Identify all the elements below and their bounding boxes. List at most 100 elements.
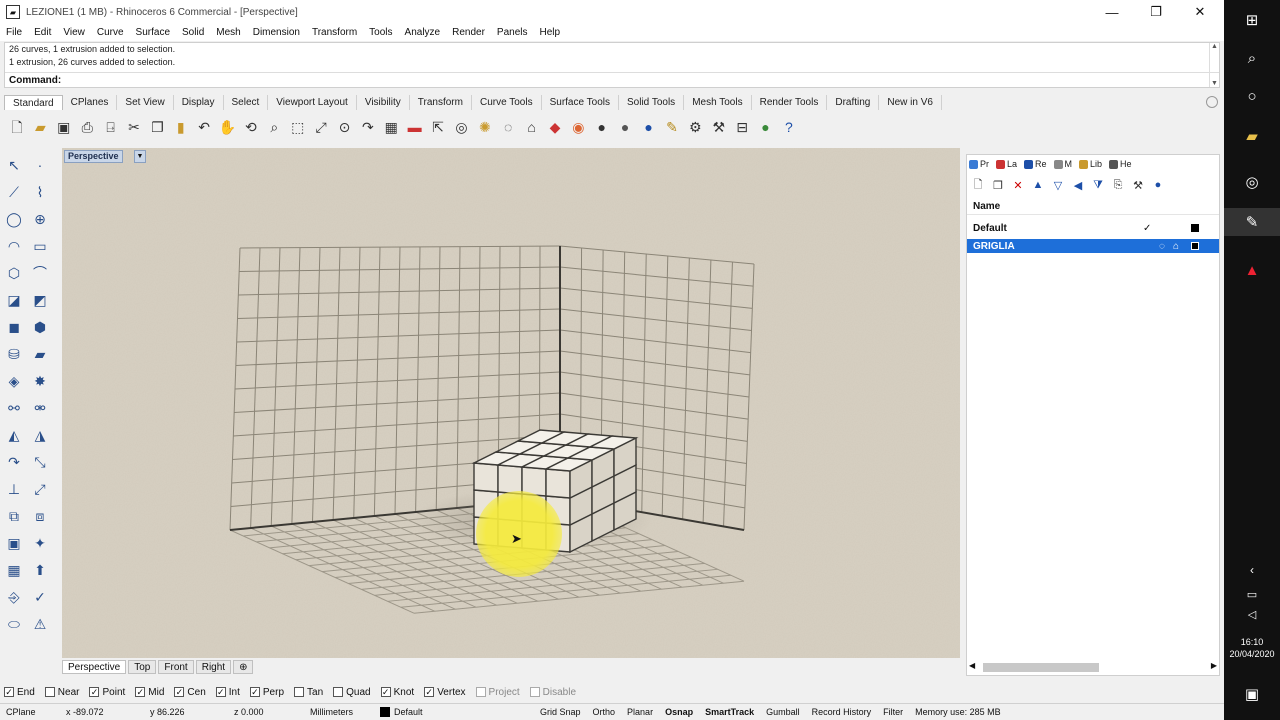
viewport-title[interactable]: Perspective bbox=[64, 150, 123, 163]
menu-surface[interactable]: Surface bbox=[136, 27, 170, 38]
command-scrollbar[interactable]: ▲ ▼ bbox=[1209, 43, 1219, 87]
menu-dimension[interactable]: Dimension bbox=[253, 27, 300, 38]
history-icon[interactable]: ✦ bbox=[30, 533, 50, 553]
perspective-viewport[interactable]: Perspective ▼ ➤ bbox=[62, 148, 960, 658]
box-icon[interactable]: ◼ bbox=[4, 317, 24, 337]
osnap-tan[interactable]: Tan bbox=[294, 687, 323, 698]
rhino-icon[interactable]: ▰ bbox=[6, 5, 20, 19]
acrobat-icon[interactable]: ▲ bbox=[1224, 256, 1280, 284]
arc-icon[interactable]: ◠ bbox=[4, 236, 24, 256]
cortana-icon[interactable]: ○ bbox=[1224, 82, 1280, 110]
tab-cplanes[interactable]: CPlanes bbox=[63, 95, 118, 110]
checkbox[interactable]: ✓ bbox=[174, 687, 185, 697]
viewport-menu-arrow-icon[interactable]: ▼ bbox=[134, 150, 146, 163]
analyze-icon[interactable]: ▣ bbox=[4, 533, 24, 553]
checkbox[interactable]: ✓ bbox=[424, 687, 435, 697]
surface-edge-icon[interactable]: ◩ bbox=[30, 290, 50, 310]
join-icon[interactable]: ⚯ bbox=[4, 398, 24, 418]
menu-transform[interactable]: Transform bbox=[312, 27, 357, 38]
osnap-perp[interactable]: ✓ Perp bbox=[249, 687, 284, 698]
tab-drafting[interactable]: Drafting bbox=[827, 95, 880, 110]
osnap-cen[interactable]: ✓ Cen bbox=[174, 687, 206, 698]
windows-icon[interactable]: ⊞ bbox=[1224, 6, 1280, 34]
taskbar-clock[interactable]: 16:10 20/04/2020 bbox=[1224, 636, 1280, 660]
toggle-smarttrack[interactable]: SmartTrack bbox=[699, 707, 760, 717]
zoom-icon[interactable]: ⌕ bbox=[265, 118, 283, 136]
menu-view[interactable]: View bbox=[63, 27, 85, 38]
close-button[interactable]: ✕ bbox=[1178, 0, 1222, 24]
paste-icon[interactable]: ▮ bbox=[172, 118, 190, 136]
toggle-grid-snap[interactable]: Grid Snap bbox=[534, 707, 587, 717]
lock-icon[interactable]: ⌂ bbox=[1173, 241, 1179, 252]
toggle-gumball[interactable]: Gumball bbox=[760, 707, 806, 717]
chrome-icon[interactable]: ◎ bbox=[1224, 168, 1280, 196]
tab-mesh-tools[interactable]: Mesh Tools bbox=[684, 95, 752, 110]
menu-edit[interactable]: Edit bbox=[34, 27, 51, 38]
tab-surface-tools[interactable]: Surface Tools bbox=[542, 95, 619, 110]
explode-icon[interactable]: ✸ bbox=[30, 371, 50, 391]
point-icon[interactable]: · bbox=[30, 155, 50, 175]
rectangle-icon[interactable]: ▭ bbox=[30, 236, 50, 256]
tab-right[interactable]: Right bbox=[195, 660, 232, 674]
current-layer-check-icon[interactable]: ✓ bbox=[1143, 223, 1151, 234]
layout-icon[interactable]: ⊟ bbox=[733, 118, 751, 136]
tab-help[interactable]: He bbox=[1109, 159, 1132, 169]
tab-select[interactable]: Select bbox=[224, 95, 269, 110]
zoom-extents-icon[interactable]: ⤢ bbox=[312, 118, 330, 136]
lightbulb-icon[interactable]: ◌ bbox=[499, 118, 517, 136]
tab-viewport-layout[interactable]: Viewport Layout bbox=[268, 95, 357, 110]
polyline-icon[interactable]: ⟋ bbox=[4, 182, 24, 202]
measure-icon[interactable]: ⚠ bbox=[30, 614, 50, 634]
move-down-icon[interactable]: ▽ bbox=[1051, 178, 1065, 192]
tab-new-in-v6[interactable]: New in V6 bbox=[879, 95, 942, 110]
scroll-down-icon[interactable]: ▼ bbox=[1211, 80, 1218, 87]
new-sublayer-icon[interactable]: ❐ bbox=[991, 178, 1005, 192]
rotate-view-icon[interactable]: ⟲ bbox=[242, 118, 260, 136]
tools-icon[interactable]: ⚒ bbox=[1131, 178, 1145, 192]
layer-color-swatch[interactable] bbox=[1191, 242, 1199, 250]
checkbox[interactable] bbox=[333, 687, 344, 697]
tab-perspective[interactable]: Perspective bbox=[62, 660, 127, 674]
checkbox[interactable] bbox=[529, 687, 540, 697]
osnap-point[interactable]: ✓ Point bbox=[89, 687, 125, 698]
add-viewport-icon[interactable]: ⊕ bbox=[233, 660, 254, 674]
lock-icon[interactable]: ⌂ bbox=[523, 118, 541, 136]
rotate-icon[interactable]: ⊥ bbox=[4, 479, 24, 499]
menu-file[interactable]: File bbox=[6, 27, 22, 38]
toggle-ortho[interactable]: Ortho bbox=[587, 707, 622, 717]
text-icon[interactable]: ◮ bbox=[30, 425, 50, 445]
save-icon[interactable]: ▣ bbox=[55, 118, 73, 136]
scroll-left-icon[interactable]: ◀ bbox=[969, 661, 975, 670]
checkbox[interactable] bbox=[294, 687, 305, 697]
dimension-icon[interactable]: ◭ bbox=[4, 425, 24, 445]
lightbulb-icon[interactable]: ◌ bbox=[1159, 241, 1165, 252]
gear-icon[interactable] bbox=[1206, 96, 1218, 108]
tab-materials[interactable]: M bbox=[1053, 159, 1072, 169]
cylinder-icon[interactable]: ⛁ bbox=[4, 344, 24, 364]
volume-icon[interactable]: ◁ bbox=[1224, 600, 1280, 628]
zoom-window-icon[interactable]: ⬚ bbox=[289, 118, 307, 136]
osnap-mid[interactable]: ✓ Mid bbox=[135, 687, 164, 698]
zebra-icon[interactable]: ⬭ bbox=[4, 614, 24, 634]
panel-scrollbar[interactable]: ◀ ▶ bbox=[967, 661, 1219, 673]
layer-color-swatch[interactable] bbox=[1191, 224, 1199, 232]
tab-front[interactable]: Front bbox=[158, 660, 194, 674]
checkbox[interactable]: ✓ bbox=[89, 687, 100, 697]
tab-standard[interactable]: Standard bbox=[4, 95, 63, 110]
toggle-record-history[interactable]: Record History bbox=[806, 707, 878, 717]
curve-icon[interactable]: ⌇ bbox=[30, 182, 50, 202]
checkbox[interactable]: ✓ bbox=[215, 687, 226, 697]
scrollbar-thumb[interactable] bbox=[983, 663, 1099, 672]
new-layer-icon[interactable]: 🗋 bbox=[971, 178, 985, 192]
status-units[interactable]: Millimeters bbox=[304, 707, 374, 717]
toggle-osnap[interactable]: Osnap bbox=[659, 707, 699, 717]
boolean-icon[interactable]: ◈ bbox=[4, 371, 24, 391]
visibility-icon[interactable]: ✺ bbox=[476, 118, 494, 136]
checkbox[interactable]: ✓ bbox=[380, 687, 391, 697]
shade-icon[interactable]: ● bbox=[593, 118, 611, 136]
tab-set-view[interactable]: Set View bbox=[117, 95, 174, 110]
options-icon[interactable]: ⚙ bbox=[686, 118, 704, 136]
layer-row[interactable]: Default ✓ bbox=[967, 221, 1219, 235]
properties-icon[interactable]: ◆ bbox=[546, 118, 564, 136]
help-icon[interactable]: ● bbox=[1151, 178, 1165, 192]
